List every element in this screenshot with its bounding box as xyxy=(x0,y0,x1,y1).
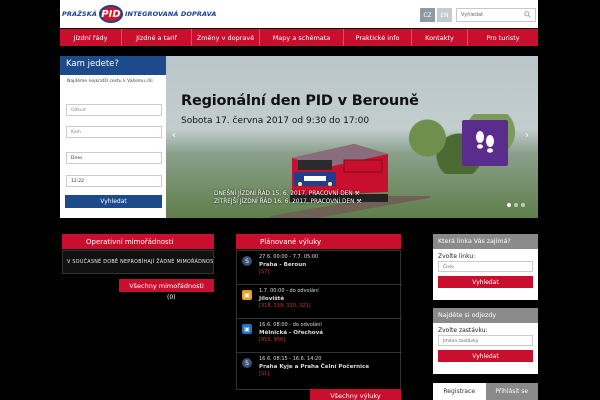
vyluka-route: Praha Kyje a Praha Čelní Počernice xyxy=(259,363,370,370)
departures-label: Zvolte zastávku: xyxy=(438,327,488,334)
logo-text-left: PRAŽSKÁ xyxy=(62,10,97,18)
departures-box: Najděte si odjezdy Zvolte zastávku: Jmén… xyxy=(433,308,538,374)
nav-item-zmeny[interactable]: Změny v dopravě xyxy=(192,29,260,46)
nav-item-jizdne-tarif[interactable]: Jízdné a tarif xyxy=(122,29,192,46)
vyluka-route: Praha - Beroun xyxy=(259,261,307,268)
operativni-title: Operativní mimořádnosti xyxy=(62,234,214,249)
departures-title: Najděte si odjezdy xyxy=(433,308,538,323)
stop-name-input[interactable]: Jméno zastávky xyxy=(438,335,533,346)
slider-dots xyxy=(507,203,525,207)
tram-icon: ▣ xyxy=(242,290,252,300)
incidents-counter: (0) xyxy=(167,294,176,301)
vyluka-lines: [955, 956] xyxy=(259,337,286,343)
logo-text-right: INTEGROVANÁ DOPRAVA xyxy=(124,10,217,18)
journey-planner-title: Kam jedete? xyxy=(60,56,166,75)
from-field[interactable]: Odkud xyxy=(66,104,162,116)
tomorrow-timetable: ZÍTŘEJŠÍ JÍZDNÍ ŘÁD 16. 6. 2017, PRACOVN… xyxy=(214,199,362,205)
nav-item-pro-turisty[interactable]: Pro turisty xyxy=(468,29,538,46)
s-train-icon: S xyxy=(242,256,252,266)
nav-item-mapy[interactable]: Mapy a schémata xyxy=(260,29,344,46)
line-search-title: Která linka Vás zajímá? xyxy=(433,234,538,249)
slider-prev-arrow[interactable]: ‹ xyxy=(172,130,176,141)
slider-dot[interactable] xyxy=(514,203,518,207)
hero-slider[interactable]: Kam jedete? Najděme nejkratší cestu k Va… xyxy=(60,56,538,218)
line-search-box: Která linka Vás zajímá? Zvolte linku: Čí… xyxy=(433,234,538,300)
to-field[interactable]: Kam xyxy=(66,126,162,138)
departures-search-button[interactable]: Vyhledat xyxy=(438,350,533,362)
logo-badge: PID xyxy=(98,5,123,23)
search-input[interactable]: Vyhledat xyxy=(456,8,536,22)
vyluka-route: Mělnická - Ořechová xyxy=(259,329,324,336)
time-field[interactable]: 12:22 xyxy=(66,175,162,187)
pid-logo[interactable]: PRAŽSKÁ PID INTEGROVANÁ DOPRAVA xyxy=(62,4,217,24)
tab-prihlasit[interactable]: Přihlásit se xyxy=(485,383,538,400)
vyluky-list: S 27.6. 00:00 - 7.7. 05:00 Praha - Berou… xyxy=(236,250,402,390)
search-placeholder: Vyhledat xyxy=(461,12,484,18)
journey-planner: Kam jedete? Najděme nejkratší cestu k Va… xyxy=(60,56,166,218)
operativni-status: V SOUČASNÉ DOBĚ NEPROBÍHAJÍ ŽÁDNÉ MIMOŘÁ… xyxy=(62,250,214,274)
vyluka-lines: [S1] xyxy=(259,371,270,377)
bus-icon: ▣ xyxy=(242,324,252,334)
vyluka-date: 27.6. 00:00 - 7.7. 05:00 xyxy=(259,254,319,260)
nav-item-kontakty[interactable]: Kontakty xyxy=(412,29,468,46)
vyluky-title: Plánované výluky xyxy=(236,234,401,249)
line-search-button[interactable]: Vyhledat xyxy=(438,276,533,288)
list-item[interactable]: ▣ 16.6. 08:00 - do odvolání Mělnická - O… xyxy=(237,319,402,353)
nav-item-jizdni-rady[interactable]: Jízdní řády xyxy=(60,29,122,46)
line-search-label: Zvolte linku: xyxy=(438,253,476,260)
date-field[interactable]: Dnes xyxy=(66,152,162,164)
hero-trees xyxy=(380,114,538,174)
search-icon[interactable] xyxy=(524,11,531,18)
page: PRAŽSKÁ PID INTEGROVANÁ DOPRAVA CZ EN Vy… xyxy=(0,0,600,400)
list-item[interactable]: S 16.6. 08:15 - 16.6. 14:20 Praha Kyje a… xyxy=(237,353,402,387)
nav-item-prakticke-info[interactable]: Praktické info xyxy=(344,29,412,46)
journey-planner-note: Najděme nejkratší cestu k Vašemu cíli xyxy=(67,79,153,84)
list-item[interactable]: ▣ 1.7. 00:00 - do odvolání Jíloviště [31… xyxy=(237,285,402,319)
slider-dot[interactable] xyxy=(521,203,525,207)
line-number-input[interactable]: Číslo xyxy=(438,261,533,272)
hero-subtitle: Sobota 17. června 2017 od 9:30 do 17:00 xyxy=(181,116,370,126)
site-header: PRAŽSKÁ PID INTEGROVANÁ DOPRAVA CZ EN Vy… xyxy=(60,0,538,28)
vyluka-lines: [S7] xyxy=(259,269,270,275)
footprints-icon xyxy=(476,131,494,153)
main-nav: Jízdní řády Jízdné a tarif Změny v dopra… xyxy=(60,29,538,46)
vyluka-route: Jíloviště xyxy=(259,295,285,302)
tab-registrace[interactable]: Registrace xyxy=(433,383,486,400)
slider-dot[interactable] xyxy=(507,203,511,207)
vyluka-date: 16.6. 08:00 - do odvolání xyxy=(259,322,322,328)
event-badge[interactable] xyxy=(462,120,508,166)
s-train-icon: S xyxy=(242,358,252,368)
account-tabs: Registrace Přihlásit se xyxy=(433,383,538,400)
slider-next-arrow[interactable]: › xyxy=(525,130,529,141)
hero-title: Regionální den PID v Berouně xyxy=(181,93,419,109)
all-closures-button[interactable]: Všechny výluky xyxy=(310,389,401,400)
timetable-info[interactable]: DNEŠNÍ JÍZDNÍ ŘÁD 15. 6. 2017, PRACOVNÍ … xyxy=(214,190,362,206)
all-incidents-button[interactable]: Všechny mimořádnosti xyxy=(119,279,214,292)
today-timetable: DNEŠNÍ JÍZDNÍ ŘÁD 15. 6. 2017, PRACOVNÍ … xyxy=(214,191,360,197)
lang-cz-button[interactable]: CZ xyxy=(420,8,435,22)
lang-en-button[interactable]: EN xyxy=(437,8,452,22)
vyluka-lines: [318, 319, 320, 321] xyxy=(259,303,311,309)
vyluka-date: 16.6. 08:15 - 16.6. 14:20 xyxy=(259,356,322,362)
journey-search-button[interactable]: Vyhledat xyxy=(65,195,162,208)
vyluka-date: 1.7. 00:00 - do odvolání xyxy=(259,288,319,294)
list-item[interactable]: S 27.6. 00:00 - 7.7. 05:00 Praha - Berou… xyxy=(237,251,402,285)
